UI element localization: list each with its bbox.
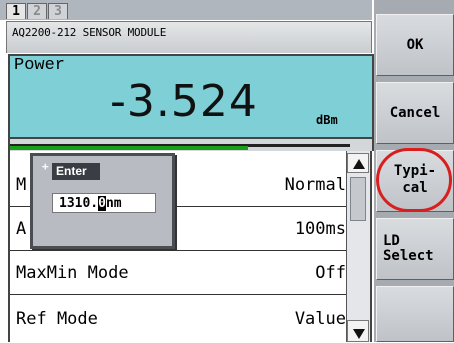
- cancel-label: Cancel: [389, 105, 441, 121]
- row-label: Ref Mode: [16, 309, 98, 329]
- row-label: MaxMin Mode: [16, 263, 129, 283]
- tab-3[interactable]: 3: [48, 3, 68, 19]
- row-value: Off: [315, 263, 346, 283]
- input-unit: nm: [105, 196, 122, 211]
- input-value-prefix: 1310.: [59, 196, 99, 211]
- cancel-button[interactable]: Cancel: [376, 82, 454, 144]
- wavelength-input[interactable]: 1310.0nm: [52, 193, 156, 213]
- highlight-circle: [376, 148, 452, 212]
- ld-select-button[interactable]: LD Select: [376, 218, 454, 280]
- scroll-up-button[interactable]: [347, 153, 369, 173]
- tab-2[interactable]: 2: [27, 3, 47, 19]
- ld-label-line2: Select: [383, 248, 434, 264]
- row-label: A: [16, 219, 27, 239]
- row-value: Normal: [284, 175, 346, 195]
- ok-button[interactable]: OK: [376, 14, 454, 76]
- tab-1[interactable]: 1: [6, 3, 26, 19]
- arrow-up-icon: [353, 159, 365, 169]
- ld-label-line1: LD: [383, 233, 400, 249]
- module-name: AQ2200-212 SENSOR MODULE: [12, 26, 167, 39]
- row-value: Value: [294, 309, 346, 329]
- row-label: M: [16, 175, 27, 195]
- input-cursor: 0: [98, 196, 106, 211]
- popup-marker: +: [42, 160, 49, 173]
- arrow-down-icon: [353, 329, 365, 339]
- blank-softkey[interactable]: [376, 286, 454, 342]
- dialog-title: Enter: [52, 163, 100, 180]
- scroll-down-button[interactable]: [347, 320, 369, 342]
- settings-row-maxmin-mode[interactable]: MaxMin Mode Off: [10, 251, 346, 295]
- power-label: Power: [14, 56, 66, 75]
- power-value: -3.524: [110, 76, 258, 127]
- row-value: 100ms: [294, 219, 346, 239]
- scroll-thumb[interactable]: [350, 177, 366, 221]
- power-unit: dBm: [316, 113, 338, 127]
- level-bar-fill: [10, 146, 248, 150]
- ok-label: OK: [406, 37, 424, 53]
- settings-row-ref-mode[interactable]: Ref Mode Value: [10, 295, 346, 339]
